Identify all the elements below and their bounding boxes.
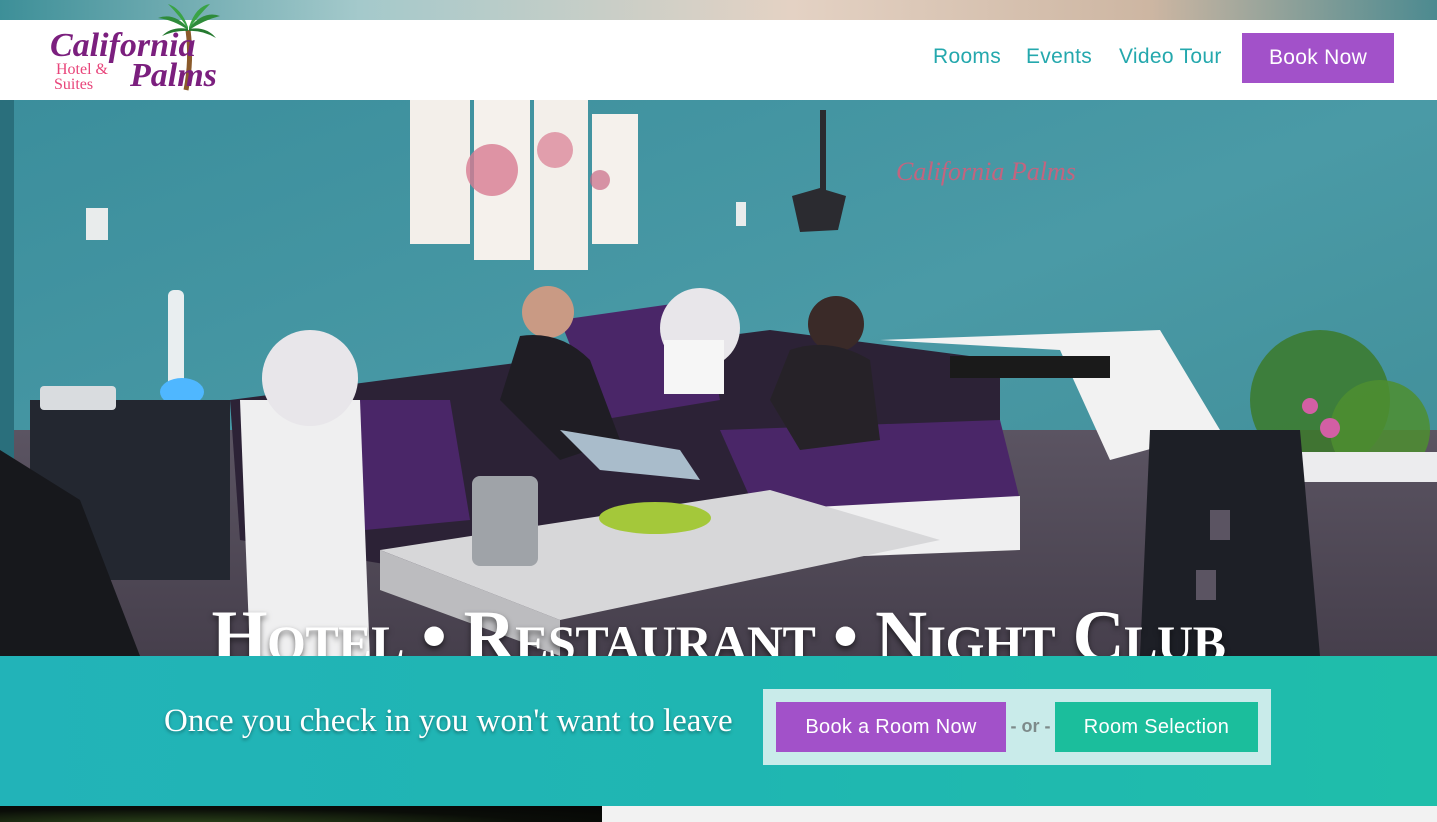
nav-rooms-link[interactable]: Rooms bbox=[933, 45, 1001, 69]
hero-photo-illustration: California Palms bbox=[0, 100, 1437, 656]
logo-graphic: California Palms Hotel & Suites bbox=[50, 4, 220, 94]
tagline: Once you check in you won't want to leav… bbox=[164, 703, 733, 739]
nav-video-tour-link[interactable]: Video Tour bbox=[1119, 45, 1222, 69]
logo[interactable]: California Palms Hotel & Suites bbox=[48, 0, 238, 100]
logo-sub2: Suites bbox=[54, 76, 93, 93]
hero-image: California Palms bbox=[0, 100, 1437, 656]
video-section-preview bbox=[0, 806, 602, 822]
or-separator: - or - bbox=[1010, 716, 1051, 736]
content-section-preview bbox=[602, 806, 1437, 822]
nav-events-link[interactable]: Events bbox=[1026, 45, 1092, 69]
book-now-button[interactable]: Book Now bbox=[1242, 33, 1394, 83]
book-a-room-button[interactable]: Book a Room Now bbox=[776, 702, 1006, 752]
logo-line2: Palms bbox=[129, 57, 217, 94]
room-selection-button[interactable]: Room Selection bbox=[1055, 702, 1258, 752]
svg-text:California Palms: California Palms bbox=[896, 157, 1076, 186]
